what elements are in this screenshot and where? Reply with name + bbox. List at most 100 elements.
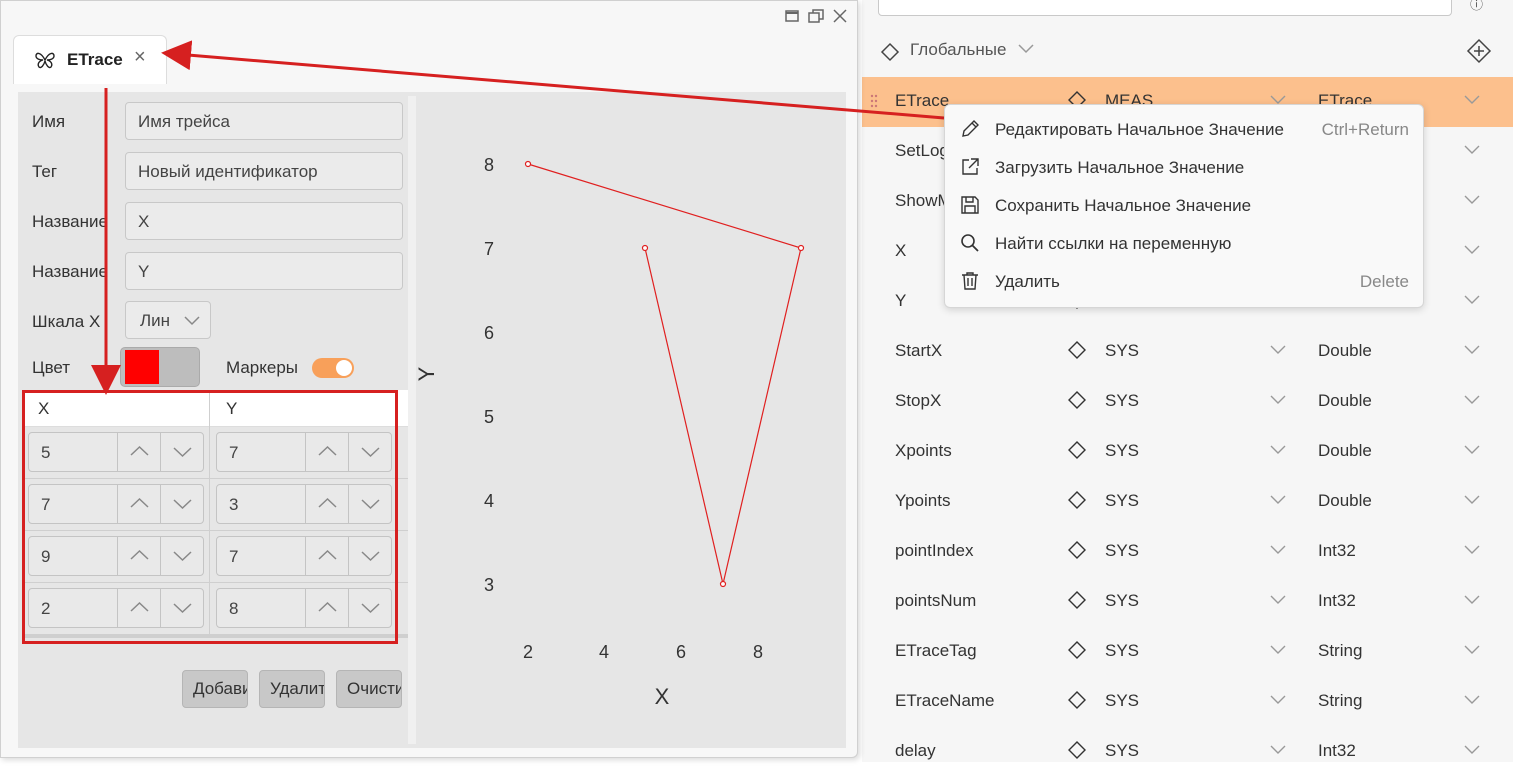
color-picker[interactable]	[120, 347, 200, 387]
chevron-down-icon[interactable]	[1464, 395, 1480, 405]
decrement-button[interactable]	[348, 485, 392, 523]
variable-scope[interactable]: SYS	[1105, 641, 1139, 661]
chevron-down-icon[interactable]	[1464, 245, 1480, 255]
variable-scope[interactable]: SYS	[1105, 341, 1139, 361]
variable-scope[interactable]: SYS	[1105, 441, 1139, 461]
variable-scope[interactable]: SYS	[1105, 591, 1139, 611]
chevron-down-icon[interactable]	[1464, 695, 1480, 705]
variable-type[interactable]: Double	[1318, 391, 1372, 411]
x-value-stepper[interactable]: 9	[28, 536, 204, 576]
variable-row[interactable]: pointsNum SYS Int32	[862, 577, 1513, 627]
drag-handle-icon[interactable]	[870, 93, 878, 109]
chevron-down-icon[interactable]	[1018, 44, 1034, 54]
variable-name[interactable]: Ypoints	[895, 491, 950, 511]
increment-button[interactable]	[117, 589, 161, 627]
vertical-splitter[interactable]	[408, 96, 416, 744]
chevron-down-icon[interactable]	[1464, 645, 1480, 655]
chevron-down-icon[interactable]	[1270, 545, 1286, 555]
variable-name[interactable]: pointIndex	[895, 541, 973, 561]
variable-row[interactable]: ETraceName SYS String	[862, 677, 1513, 727]
x-value-stepper[interactable]: 2	[28, 588, 204, 628]
variable-scope[interactable]: SYS	[1105, 541, 1139, 561]
y-title-input[interactable]: Y	[125, 252, 403, 290]
variable-type[interactable]: Double	[1318, 441, 1372, 461]
increment-button[interactable]	[117, 537, 161, 575]
y-value-stepper[interactable]: 3	[216, 484, 392, 524]
variable-type[interactable]: String	[1318, 641, 1362, 661]
variable-name[interactable]: ETrace	[895, 91, 949, 111]
variable-name[interactable]: X	[895, 241, 906, 261]
variable-row[interactable]: ETraceTag SYS String	[862, 627, 1513, 677]
variable-name[interactable]: SetLog	[895, 141, 949, 161]
column-header-y[interactable]: Y	[226, 399, 237, 419]
chevron-down-icon[interactable]	[1464, 295, 1480, 305]
chevron-down-icon[interactable]	[1464, 195, 1480, 205]
chevron-down-icon[interactable]	[1464, 545, 1480, 555]
clear-points-button[interactable]: Очистить	[336, 670, 402, 708]
y-value-stepper[interactable]: 7	[216, 536, 392, 576]
variable-name[interactable]: ETraceTag	[895, 641, 977, 661]
variable-name[interactable]: StartX	[895, 341, 942, 361]
variable-type[interactable]: Int32	[1318, 741, 1356, 761]
variable-scope[interactable]: SYS	[1105, 391, 1139, 411]
search-input[interactable]	[878, 0, 1452, 16]
variable-type[interactable]: Double	[1318, 491, 1372, 511]
chevron-down-icon[interactable]	[1464, 145, 1480, 155]
add-point-button[interactable]: Добавить	[182, 670, 248, 708]
variable-row[interactable]: Xpoints SYS Double	[862, 427, 1513, 477]
variable-type[interactable]: Int32	[1318, 591, 1356, 611]
decrement-button[interactable]	[160, 485, 204, 523]
context-menu-item[interactable]: Редактировать Начальное Значение Ctrl+Ret…	[945, 110, 1423, 148]
grid-scrollbar[interactable]	[22, 634, 408, 638]
delete-point-button[interactable]: Удалить	[259, 670, 325, 708]
increment-button[interactable]	[305, 433, 349, 471]
decrement-button[interactable]	[348, 589, 392, 627]
tag-input[interactable]: Новый идентификатор	[125, 152, 403, 190]
chevron-down-icon[interactable]	[1270, 595, 1286, 605]
tab-etrace[interactable]: ETrace ×	[13, 35, 167, 84]
decrement-button[interactable]	[160, 537, 204, 575]
context-menu-item[interactable]: Удалить Delete	[945, 262, 1423, 300]
scope-label[interactable]: Глобальные	[910, 40, 1006, 60]
decrement-button[interactable]	[160, 433, 204, 471]
variable-type[interactable]: String	[1318, 691, 1362, 711]
chevron-down-icon[interactable]	[1270, 745, 1286, 755]
x-value-stepper[interactable]: 5	[28, 432, 204, 472]
context-menu-item[interactable]: Сохранить Начальное Значение	[945, 186, 1423, 224]
chevron-down-icon[interactable]	[1270, 395, 1286, 405]
chevron-down-icon[interactable]	[1270, 645, 1286, 655]
close-icon[interactable]	[829, 5, 851, 27]
variable-type[interactable]: Int32	[1318, 541, 1356, 561]
y-value-stepper[interactable]: 8	[216, 588, 392, 628]
column-header-x[interactable]: X	[38, 399, 49, 419]
markers-toggle[interactable]	[312, 358, 354, 378]
chevron-down-icon[interactable]	[1270, 345, 1286, 355]
variable-row[interactable]: StartX SYS Double	[862, 327, 1513, 377]
add-variable-button[interactable]	[1466, 38, 1492, 64]
settings-icon[interactable]: ⓘ	[1470, 0, 1483, 13]
scale-x-select[interactable]: Лин	[125, 301, 211, 339]
context-menu-item[interactable]: Загрузить Начальное Значение	[945, 148, 1423, 186]
variable-row[interactable]: delay SYS Int32	[862, 727, 1513, 777]
variable-scope[interactable]: SYS	[1105, 691, 1139, 711]
chevron-down-icon[interactable]	[1464, 445, 1480, 455]
chevron-down-icon[interactable]	[1270, 695, 1286, 705]
variable-name[interactable]: delay	[895, 741, 936, 761]
increment-button[interactable]	[305, 485, 349, 523]
variable-type[interactable]: Double	[1318, 341, 1372, 361]
variable-name[interactable]: StopX	[895, 391, 941, 411]
variable-name[interactable]: Xpoints	[895, 441, 952, 461]
variable-row[interactable]: pointIndex SYS Int32	[862, 527, 1513, 577]
decrement-button[interactable]	[348, 433, 392, 471]
chevron-down-icon[interactable]	[1464, 345, 1480, 355]
increment-button[interactable]	[117, 433, 161, 471]
variable-row[interactable]: StopX SYS Double	[862, 377, 1513, 427]
decrement-button[interactable]	[348, 537, 392, 575]
variable-name[interactable]: ETraceName	[895, 691, 995, 711]
name-input[interactable]: Имя трейса	[125, 102, 403, 140]
chevron-down-icon[interactable]	[1270, 495, 1286, 505]
y-value-stepper[interactable]: 7	[216, 432, 392, 472]
chevron-down-icon[interactable]	[1464, 495, 1480, 505]
x-value-stepper[interactable]: 7	[28, 484, 204, 524]
maximize-icon[interactable]	[781, 5, 803, 27]
